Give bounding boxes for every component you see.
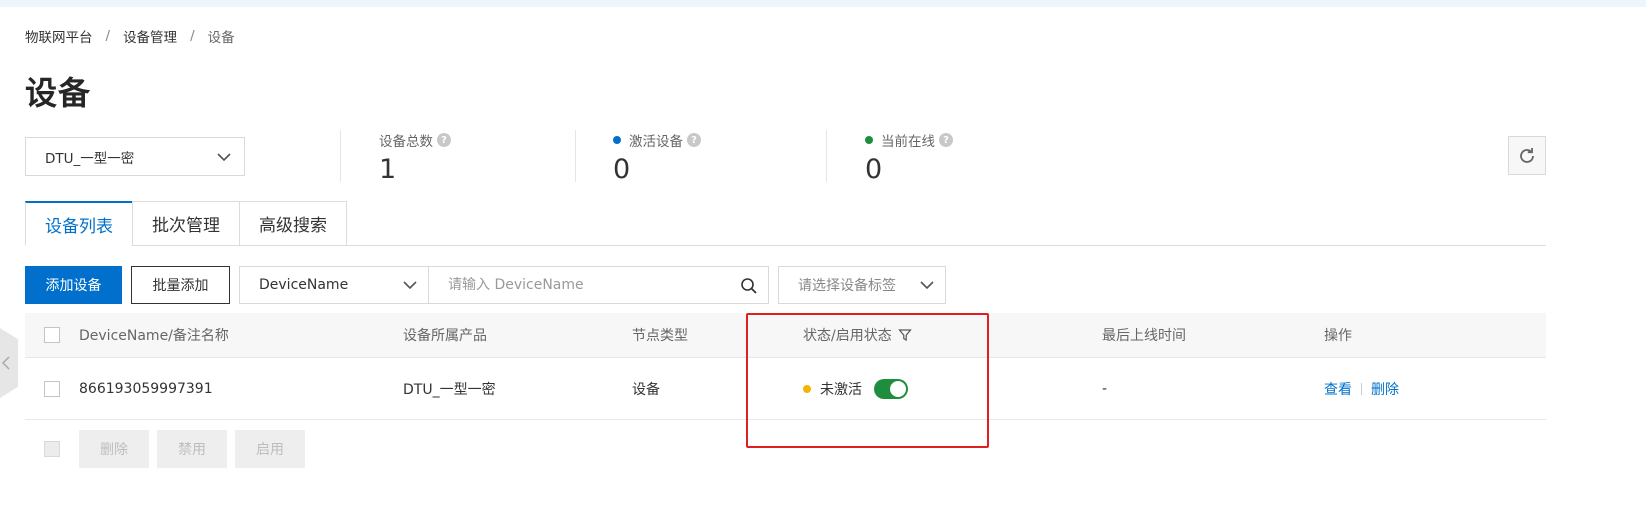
batch-delete-button[interactable]: 删除 — [79, 430, 149, 468]
column-header-actions: 操作 — [1324, 328, 1352, 344]
product-select-value: DTU_一型一密 — [45, 150, 135, 167]
tab-bar: 设备列表 批次管理 高级搜索 — [25, 201, 347, 246]
device-tag-placeholder: 请选择设备标签 — [798, 278, 896, 294]
column-header-node-type: 节点类型 — [632, 328, 688, 344]
stat-online-label: 当前在线 — [881, 134, 935, 150]
breadcrumb: 物联网平台 / 设备管理 / 设备 — [25, 26, 235, 46]
help-icon[interactable]: ? — [939, 133, 953, 147]
search-field-select[interactable]: DeviceName — [239, 266, 429, 304]
device-tag-select[interactable]: 请选择设备标签 — [778, 266, 946, 304]
batch-add-button[interactable]: 批量添加 — [131, 266, 230, 304]
add-device-button[interactable]: 添加设备 — [25, 266, 122, 304]
sidebar-collapse-handle[interactable] — [0, 328, 18, 398]
chevron-left-icon — [1, 356, 10, 370]
stat-total-value: 1 — [379, 154, 397, 185]
tab-advanced-search[interactable]: 高级搜索 — [239, 201, 347, 246]
batch-disable-button[interactable]: 禁用 — [157, 430, 227, 468]
help-icon[interactable]: ? — [687, 133, 701, 147]
page-title: 设备 — [25, 74, 92, 112]
green-dot-icon — [865, 136, 873, 144]
column-header-last-online: 最后上线时间 — [1102, 328, 1186, 344]
delete-link[interactable]: 删除 — [1371, 379, 1399, 399]
stat-online-value: 0 — [865, 154, 883, 185]
tab-batch-management[interactable]: 批次管理 — [132, 201, 239, 246]
refresh-button[interactable] — [1508, 136, 1546, 175]
device-name-cell: 866193059997391 — [79, 380, 213, 397]
column-header-devicename: DeviceName/备注名称 — [79, 328, 229, 344]
batch-select-checkbox[interactable] — [44, 441, 60, 457]
search-box — [428, 266, 769, 304]
breadcrumb-iot-platform[interactable]: 物联网平台 — [25, 26, 93, 46]
breadcrumb-device: 设备 — [207, 30, 235, 46]
search-icon[interactable] — [740, 277, 758, 295]
stat-activated-value: 0 — [613, 154, 631, 185]
stat-total-label: 设备总数 — [379, 134, 433, 150]
blue-dot-icon — [613, 136, 621, 144]
product-select[interactable]: DTU_一型一密 — [25, 137, 245, 176]
refresh-icon — [1520, 147, 1534, 163]
column-header-product: 设备所属产品 — [403, 328, 487, 344]
stat-activated-devices: 激活设备 ? 0 — [613, 130, 701, 185]
breadcrumb-separator: / — [105, 28, 111, 44]
stat-divider — [826, 130, 827, 182]
search-field-value: DeviceName — [259, 277, 349, 293]
breadcrumb-device-management[interactable]: 设备管理 — [123, 26, 177, 46]
node-type-cell: 设备 — [632, 381, 660, 398]
stat-total-devices: 设备总数 ? 1 — [379, 130, 451, 185]
chevron-down-icon — [403, 281, 417, 290]
stat-divider — [340, 130, 341, 182]
action-divider — [1361, 382, 1362, 395]
search-input[interactable] — [448, 277, 728, 293]
breadcrumb-separator: / — [190, 28, 195, 44]
highlight-annotation-box — [746, 313, 989, 448]
select-all-checkbox[interactable] — [44, 327, 60, 343]
chevron-down-icon — [920, 281, 934, 290]
top-strip — [0, 0, 1646, 7]
batch-actions-bar: 删除 禁用 启用 — [25, 429, 313, 469]
chevron-down-icon — [217, 153, 231, 162]
stat-divider — [575, 130, 576, 182]
tab-device-list[interactable]: 设备列表 — [25, 201, 132, 246]
last-online-cell: - — [1102, 380, 1108, 397]
batch-enable-button[interactable]: 启用 — [235, 430, 305, 468]
view-link[interactable]: 查看 — [1324, 379, 1352, 399]
row-checkbox[interactable] — [44, 380, 60, 397]
help-icon[interactable]: ? — [437, 133, 451, 147]
stat-online-devices: 当前在线 ? 0 — [865, 130, 953, 185]
stat-activated-label: 激活设备 — [629, 134, 683, 150]
product-cell: DTU_一型一密 — [403, 381, 496, 398]
